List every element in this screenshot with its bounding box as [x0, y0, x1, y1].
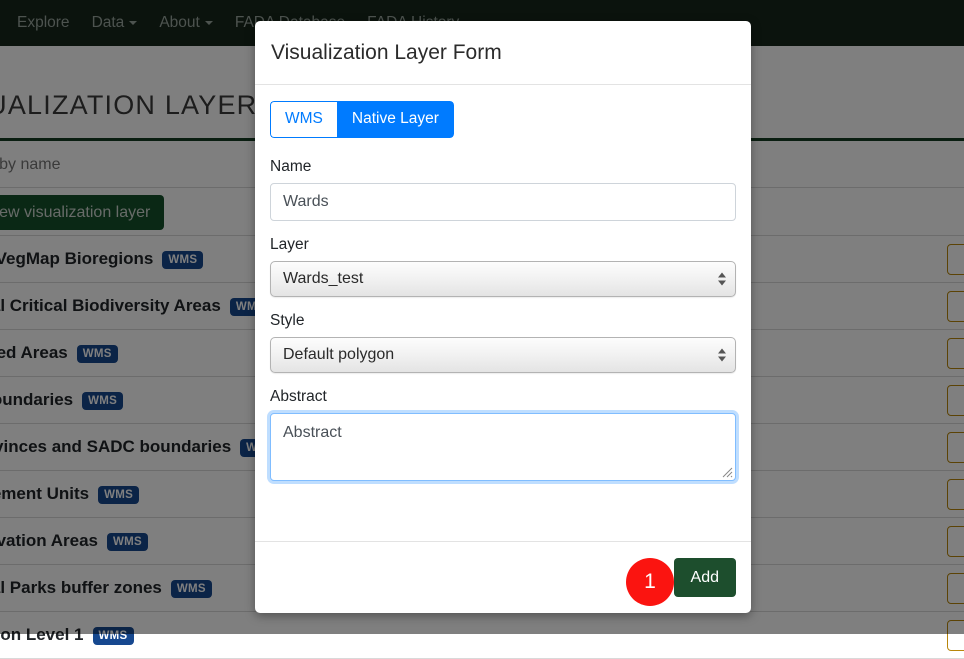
modal-header: Visualization Layer Form: [255, 21, 751, 85]
layer-select[interactable]: Wards_test: [270, 261, 736, 297]
name-field-group: Name: [270, 158, 736, 221]
abstract-textarea-wrap: [270, 413, 736, 481]
style-field-group: Style Default polygon: [270, 312, 736, 373]
modal-title: Visualization Layer Form: [271, 41, 502, 65]
add-button[interactable]: Add: [674, 558, 736, 597]
layer-type-tabs: WMS Native Layer: [270, 101, 454, 138]
step-annotation-badge: 1: [626, 558, 674, 606]
modal-body: WMS Native Layer Name Layer Wards_test S…: [255, 85, 751, 541]
layer-label: Layer: [270, 236, 736, 254]
visualization-layer-form-modal: Visualization Layer Form WMS Native Laye…: [255, 21, 751, 613]
modal-footer: 1 Add: [255, 541, 751, 613]
abstract-textarea[interactable]: [270, 413, 736, 481]
name-label: Name: [270, 158, 736, 176]
style-label: Style: [270, 312, 736, 330]
layer-field-group: Layer Wards_test: [270, 236, 736, 297]
layer-select-wrap: Wards_test: [270, 261, 736, 297]
abstract-label: Abstract: [270, 388, 736, 406]
tab-wms[interactable]: WMS: [270, 101, 337, 138]
name-input[interactable]: [270, 183, 736, 221]
style-select[interactable]: Default polygon: [270, 337, 736, 373]
style-select-wrap: Default polygon: [270, 337, 736, 373]
abstract-field-group: Abstract: [270, 388, 736, 481]
tab-native-layer[interactable]: Native Layer: [337, 101, 454, 138]
